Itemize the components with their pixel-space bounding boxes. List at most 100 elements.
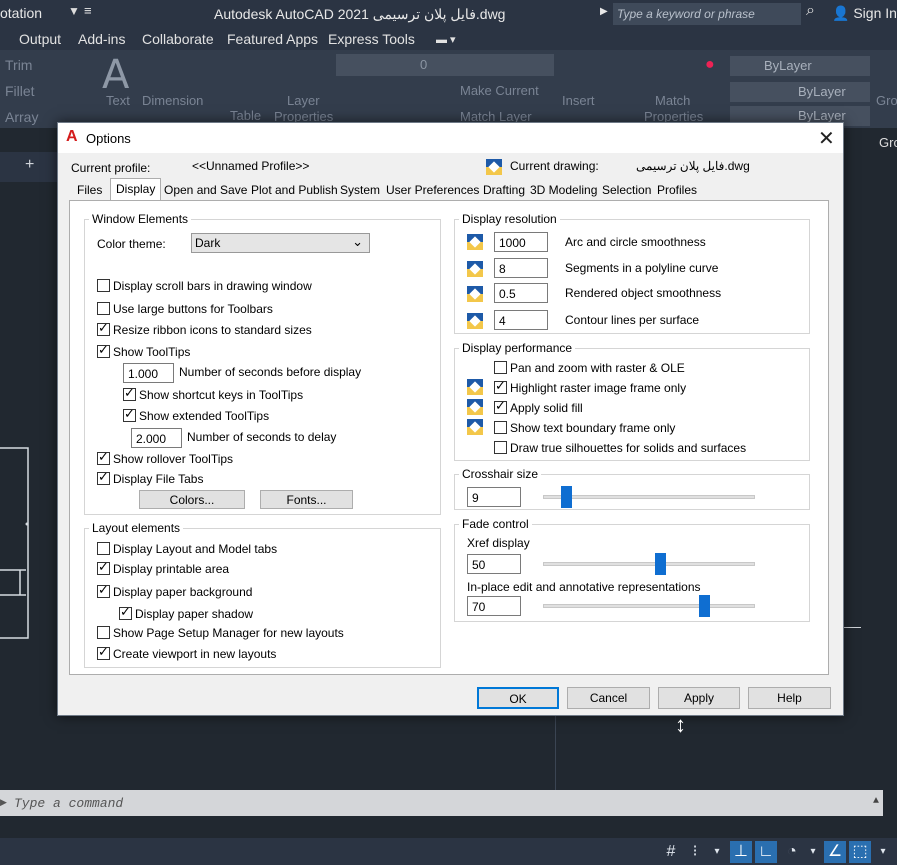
help-button[interactable]: Help (748, 687, 831, 709)
match-properties-button[interactable]: Match (655, 93, 690, 108)
tab-plot-and-publish[interactable]: Plot and Publish (246, 180, 343, 200)
command-history-icon[interactable]: ▲ (873, 796, 879, 807)
solid-fill-checkbox[interactable] (494, 399, 507, 414)
rollover-tooltips-checkbox[interactable] (97, 450, 110, 465)
new-tab-button[interactable]: + (25, 156, 34, 174)
close-icon[interactable]: ✕ (818, 126, 835, 151)
resize-ribbon-checkbox[interactable] (97, 321, 110, 336)
extended-tooltips-checkbox[interactable] (123, 407, 136, 422)
array-button[interactable]: Array (5, 109, 38, 125)
inplace-fade-slider-thumb[interactable] (699, 595, 711, 617)
tab-system[interactable]: System (335, 180, 385, 200)
highlight-raster-checkbox[interactable] (494, 379, 507, 394)
tab-collaborate[interactable]: Collaborate (142, 31, 214, 47)
tab-3d-modeling[interactable]: 3D Modeling (525, 180, 602, 200)
color-dropdown[interactable]: ByLayer (730, 56, 870, 76)
contour-lines-input[interactable]: 4 (494, 310, 548, 330)
current-drawing-value: فایل پلان ترسیمی.dwg (636, 159, 750, 173)
tab-open-and-save[interactable]: Open and Save (159, 180, 252, 200)
insert-button[interactable]: Insert (562, 93, 595, 108)
snap-icon[interactable]: ⁝ (684, 841, 706, 863)
search-input[interactable]: Type a keyword or phrase (613, 3, 801, 25)
xref-fade-input[interactable]: 50 (467, 554, 521, 574)
search-icon[interactable]: ⌕ (806, 2, 815, 20)
grid-icon[interactable]: # (660, 841, 682, 863)
tab-display[interactable]: Display (110, 178, 162, 201)
play-icon[interactable]: ▶ (600, 6, 608, 17)
show-tooltips-checkbox[interactable] (97, 343, 110, 358)
polar-icon[interactable]: ◔ (781, 841, 803, 863)
layer-value: 0 (420, 57, 428, 72)
command-line-input[interactable]: Type a command ▲ (0, 790, 883, 816)
table-button[interactable]: Table (230, 108, 261, 123)
tab-featured-apps[interactable]: Featured Apps (227, 31, 318, 47)
file-tabs-checkbox[interactable] (97, 470, 110, 485)
tab-selection[interactable]: Selection (597, 180, 656, 200)
isodraft-icon[interactable]: ∠ (824, 841, 846, 863)
polar-dropdown-icon[interactable]: ▾ (802, 841, 824, 863)
fonts-button[interactable]: Fonts... (260, 490, 353, 509)
text-boundary-checkbox[interactable] (494, 421, 507, 434)
trim-button[interactable]: Trim (5, 57, 32, 73)
tab-drafting[interactable]: Drafting (478, 180, 530, 200)
make-current-button[interactable]: Make Current (460, 83, 539, 98)
crosshair-slider-thumb[interactable] (561, 486, 573, 508)
tab-profiles[interactable]: Profiles (652, 180, 702, 200)
tab-files[interactable]: Files (72, 180, 107, 200)
sign-in-button[interactable]: 👤 Sign In (832, 5, 897, 22)
layer-dropdown[interactable]: 0 (336, 54, 554, 76)
polyline-segments-input[interactable]: 8 (494, 258, 548, 278)
workspace-dropdown-icon[interactable]: ▼ (68, 4, 80, 18)
workspace-label[interactable]: otation (0, 5, 42, 21)
tab-express-tools[interactable]: Express Tools (328, 31, 415, 47)
large-buttons-checkbox[interactable] (97, 302, 110, 315)
ortho-icon[interactable]: ∟ (755, 841, 777, 863)
xref-fade-slider-track[interactable] (543, 562, 755, 566)
crosshair-slider-track[interactable] (543, 495, 755, 499)
cancel-button[interactable]: Cancel (567, 687, 650, 709)
silhouettes-checkbox[interactable] (494, 441, 507, 454)
colors-button[interactable]: Colors... (139, 490, 245, 509)
color-theme-dropdown[interactable]: Dark ⌄ (191, 233, 370, 253)
groups-button[interactable]: Gro (876, 93, 897, 108)
text-button[interactable]: Text (106, 93, 130, 108)
render-smoothness-input[interactable]: 0.5 (494, 283, 548, 303)
color-wheel-icon[interactable]: ● (705, 56, 715, 74)
paper-background-checkbox[interactable] (97, 583, 110, 598)
dimension-button[interactable]: Dimension (142, 93, 203, 108)
shortcut-keys-checkbox[interactable] (123, 386, 136, 401)
crosshair-size-input[interactable]: 9 (467, 487, 521, 507)
command-menu-icon[interactable]: ▶ (0, 797, 7, 808)
crosshair-group: Crosshair size 9 (454, 467, 810, 510)
object-snap-icon[interactable]: ⬚ (849, 841, 871, 863)
highlight-raster-label: Highlight raster image frame only (510, 381, 687, 395)
snap-dropdown-icon[interactable]: ▾ (706, 841, 728, 863)
page-setup-checkbox[interactable] (97, 626, 110, 639)
layer-properties-button[interactable]: Layer (287, 93, 320, 108)
apply-button[interactable]: Apply (658, 687, 740, 709)
color-theme-value: Dark (195, 236, 221, 250)
fillet-button[interactable]: Fillet (5, 83, 35, 99)
osnap-dropdown-icon[interactable]: ▾ (872, 841, 894, 863)
panel-toggle-icon[interactable]: ▬ ▾ (436, 33, 456, 46)
tab-output[interactable]: Output (19, 31, 61, 47)
quick-access-menu-icon[interactable]: ≡ (84, 3, 92, 18)
layout-model-tabs-checkbox[interactable] (97, 542, 110, 555)
text-icon[interactable]: A (102, 52, 129, 98)
inplace-fade-input[interactable]: 70 (467, 596, 521, 616)
tab-user-preferences[interactable]: User Preferences (381, 180, 484, 200)
tab-add-ins[interactable]: Add-ins (78, 31, 125, 47)
xref-fade-slider-thumb[interactable] (654, 553, 666, 575)
paper-shadow-checkbox[interactable] (119, 605, 132, 620)
create-viewport-checkbox[interactable] (97, 645, 110, 660)
printable-area-checkbox[interactable] (97, 560, 110, 575)
arc-smoothness-input[interactable]: 1000 (494, 232, 548, 252)
tooltip-delay-input[interactable]: 1.000 (123, 363, 174, 383)
extended-delay-input[interactable]: 2.000 (131, 428, 182, 448)
ok-button[interactable]: OK (477, 687, 559, 709)
linetype-dropdown[interactable]: ByLayer (730, 82, 870, 102)
inplace-fade-slider-track[interactable] (543, 604, 755, 608)
pan-zoom-checkbox[interactable] (494, 361, 507, 374)
infer-constraints-icon[interactable]: ⊥ (730, 841, 752, 863)
scroll-bars-checkbox[interactable] (97, 279, 110, 292)
